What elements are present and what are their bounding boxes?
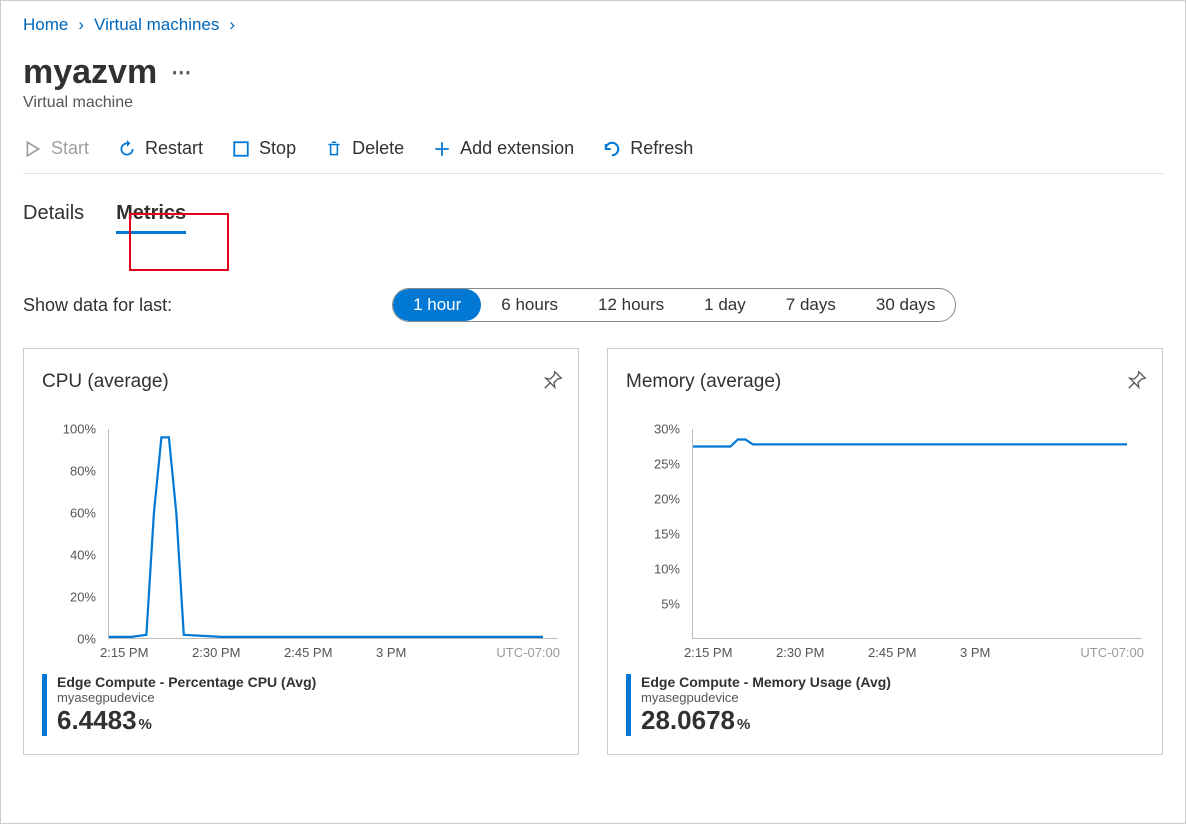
chevron-right-icon: › bbox=[78, 15, 84, 35]
delete-button[interactable]: Delete bbox=[324, 138, 404, 159]
plus-icon bbox=[432, 139, 452, 159]
time-range-7d[interactable]: 7 days bbox=[766, 289, 856, 321]
refresh-icon bbox=[602, 139, 622, 159]
cpu-chart-card: CPU (average) 0%20%40%60%80%100% 2:15 PM… bbox=[23, 348, 579, 755]
pin-icon[interactable] bbox=[542, 369, 564, 396]
memory-legend-metric: Edge Compute - Memory Usage (Avg) bbox=[641, 674, 891, 690]
time-range-picker: 1 hour 6 hours 12 hours 1 day 7 days 30 … bbox=[392, 288, 956, 322]
time-range-30d[interactable]: 30 days bbox=[856, 289, 956, 321]
memory-unit: % bbox=[737, 716, 750, 733]
stop-icon bbox=[231, 139, 251, 159]
add-extension-button[interactable]: Add extension bbox=[432, 138, 574, 159]
page-title: myazvm bbox=[23, 53, 157, 92]
time-range-1h[interactable]: 1 hour bbox=[393, 289, 481, 321]
memory-chart: 5%10%15%20%25%30% bbox=[634, 429, 1144, 639]
time-range-12h[interactable]: 12 hours bbox=[578, 289, 684, 321]
breadcrumb: Home › Virtual machines › bbox=[23, 15, 1163, 35]
legend-color-swatch bbox=[42, 674, 47, 736]
tab-bar: Details Metrics bbox=[23, 202, 1163, 234]
memory-current-value: 28.0678 bbox=[641, 705, 735, 735]
restart-button[interactable]: Restart bbox=[117, 138, 203, 159]
memory-legend-device: myasegpudevice bbox=[641, 690, 891, 705]
tab-details[interactable]: Details bbox=[23, 202, 84, 234]
memory-card-title: Memory (average) bbox=[626, 371, 1144, 393]
memory-chart-card: Memory (average) 5%10%15%20%25%30% 2:15 … bbox=[607, 348, 1163, 755]
pin-icon[interactable] bbox=[1126, 369, 1148, 396]
trash-icon bbox=[324, 139, 344, 159]
start-button: Start bbox=[23, 138, 89, 159]
more-menu-icon[interactable]: ⋯ bbox=[171, 60, 191, 85]
stop-button[interactable]: Stop bbox=[231, 138, 296, 159]
legend-color-swatch bbox=[626, 674, 631, 736]
cpu-current-value: 6.4483 bbox=[57, 705, 137, 735]
tab-metrics[interactable]: Metrics bbox=[116, 202, 186, 234]
time-range-6h[interactable]: 6 hours bbox=[481, 289, 578, 321]
command-bar: Start Restart Stop Delete Add extension bbox=[23, 132, 1163, 174]
cpu-legend-metric: Edge Compute - Percentage CPU (Avg) bbox=[57, 674, 316, 690]
play-icon bbox=[23, 139, 43, 159]
cpu-card-title: CPU (average) bbox=[42, 371, 560, 393]
refresh-button[interactable]: Refresh bbox=[602, 138, 693, 159]
chevron-right-icon: › bbox=[229, 15, 235, 35]
breadcrumb-home[interactable]: Home bbox=[23, 15, 68, 35]
time-range-label: Show data for last: bbox=[23, 295, 172, 316]
resource-type-label: Virtual machine bbox=[23, 94, 1163, 112]
cpu-unit: % bbox=[139, 716, 152, 733]
cpu-legend-device: myasegpudevice bbox=[57, 690, 316, 705]
restart-icon bbox=[117, 139, 137, 159]
breadcrumb-vms[interactable]: Virtual machines bbox=[94, 15, 219, 35]
cpu-chart: 0%20%40%60%80%100% bbox=[50, 429, 560, 639]
time-range-1d[interactable]: 1 day bbox=[684, 289, 766, 321]
